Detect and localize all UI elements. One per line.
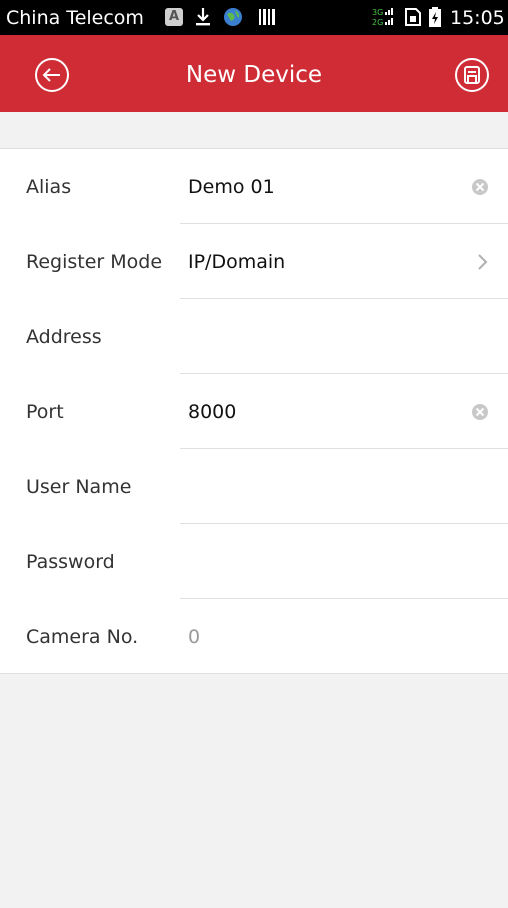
status-bar: China Telecom A 3G 2G 15:05: [0, 0, 508, 35]
svg-text:3G: 3G: [372, 8, 383, 17]
app-header: New Device: [0, 35, 508, 112]
page-title: New Device: [185, 62, 323, 88]
field-row-camera-no[interactable]: Camera No. 0: [0, 599, 508, 674]
field-label: Camera No.: [26, 626, 139, 648]
field-label: Password: [26, 551, 115, 573]
barcode-icon: [259, 9, 275, 25]
field-label: Address: [26, 326, 102, 348]
port-input[interactable]: 8000: [188, 399, 236, 425]
field-row-alias[interactable]: Alias Demo 01: [0, 149, 508, 224]
field-label: User Name: [26, 476, 132, 498]
chevron-right-icon[interactable]: [476, 252, 488, 272]
carrier-name: China Telecom: [6, 7, 144, 29]
field-row-register-mode[interactable]: Register Mode IP/Domain: [0, 224, 508, 299]
alias-input[interactable]: Demo 01: [188, 174, 275, 200]
field-label: Alias: [26, 176, 72, 198]
sim-card-icon: [405, 8, 421, 26]
battery-charging-icon: [429, 7, 441, 27]
notification-a-icon: A: [165, 8, 183, 26]
field-row-port[interactable]: Port 8000: [0, 374, 508, 449]
field-row-password[interactable]: Password: [0, 524, 508, 599]
clear-icon[interactable]: [470, 402, 490, 422]
clock: 15:05: [450, 7, 505, 29]
field-label: Port: [26, 401, 64, 423]
device-form: Alias Demo 01 Register Mode IP/Domain Ad…: [0, 148, 508, 674]
field-row-user-name[interactable]: User Name: [0, 449, 508, 524]
camera-no-input[interactable]: 0: [188, 624, 200, 650]
svg-text:2G: 2G: [372, 18, 383, 27]
field-row-address[interactable]: Address: [0, 299, 508, 374]
globe-icon: [224, 8, 242, 26]
field-label: Register Mode: [26, 251, 163, 273]
save-disk-icon[interactable]: [454, 57, 490, 93]
download-icon: [196, 8, 210, 26]
register-mode-select[interactable]: IP/Domain: [188, 249, 285, 275]
clear-icon[interactable]: [470, 177, 490, 197]
signal-strength-icon: 3G 2G: [372, 8, 393, 27]
